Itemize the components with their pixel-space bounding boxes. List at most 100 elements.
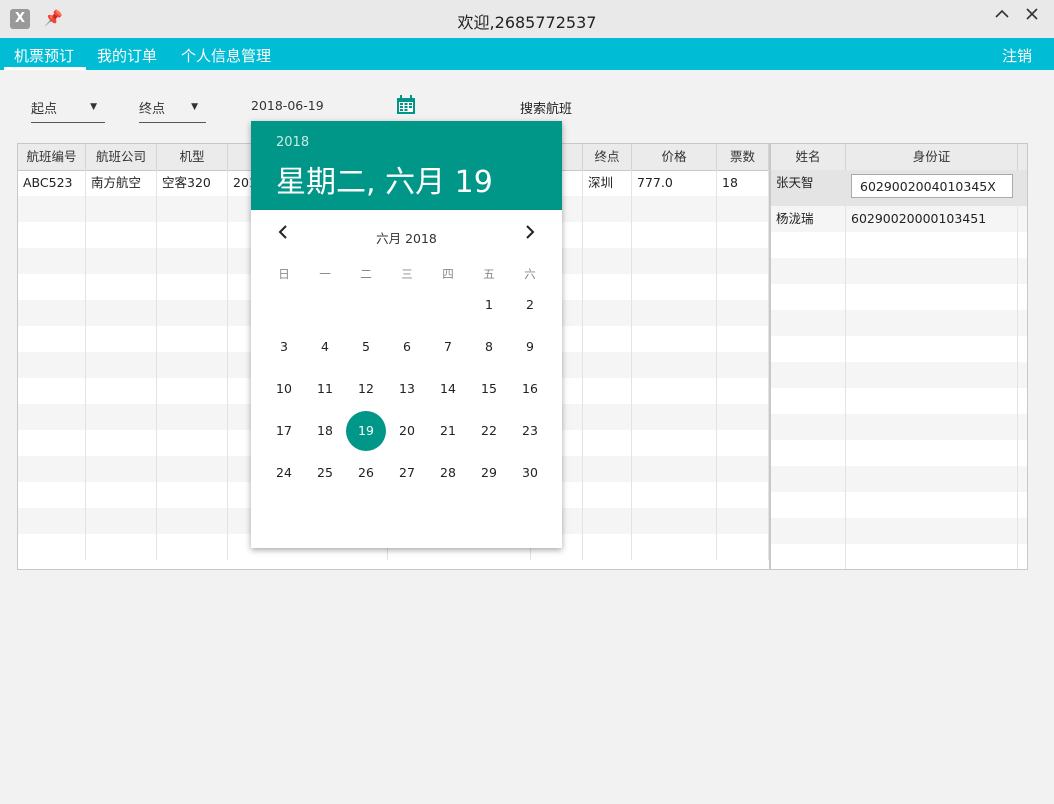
table-cell [632, 534, 717, 560]
passenger-id-cell [846, 492, 1018, 518]
table-cell [632, 482, 717, 508]
table-row[interactable] [771, 310, 1027, 336]
calendar-day[interactable]: 7 [428, 327, 468, 367]
table-cell [157, 378, 228, 404]
calendar-day[interactable]: 25 [305, 453, 345, 493]
table-row[interactable] [771, 362, 1027, 388]
table-cell [157, 430, 228, 456]
passenger-id-cell [846, 544, 1018, 569]
search-flights-button[interactable]: 搜索航班 [520, 98, 572, 117]
id-number-input[interactable]: 6029002004010345X [851, 174, 1013, 198]
calendar-day[interactable]: 11 [305, 369, 345, 409]
calendar-day[interactable]: 5 [346, 327, 386, 367]
calendar-day[interactable]: 22 [469, 411, 509, 451]
table-cell [583, 300, 632, 326]
column-header[interactable]: 航班编号 [18, 144, 86, 170]
column-header[interactable]: 姓名 [771, 144, 846, 170]
table-cell [18, 300, 86, 326]
calendar-day[interactable]: 21 [428, 411, 468, 451]
table-cell [157, 352, 228, 378]
weekday-header: 二 [360, 267, 372, 281]
calendar-day[interactable]: 1 [469, 285, 509, 325]
destination-select[interactable]: 终点 ▼ [139, 98, 206, 123]
origin-label: 起点 [31, 102, 58, 117]
passenger-name-cell [771, 518, 846, 544]
logout-button[interactable]: 注销 [1002, 45, 1032, 66]
calendar-day[interactable]: 12 [346, 369, 386, 409]
column-header[interactable]: 身份证 [846, 144, 1018, 170]
column-header[interactable]: 机型 [157, 144, 228, 170]
calendar-day[interactable]: 4 [305, 327, 345, 367]
table-cell [632, 508, 717, 534]
passenger-id-cell [846, 258, 1018, 284]
calendar-day[interactable]: 3 [264, 327, 304, 367]
calendar-day[interactable]: 2 [510, 285, 550, 325]
column-header[interactable]: 终点 [583, 144, 632, 170]
calendar-day[interactable]: 8 [469, 327, 509, 367]
table-cell: 18 [717, 170, 769, 196]
table-cell [18, 456, 86, 482]
menu-item-booking[interactable]: 机票预订 [14, 45, 74, 66]
table-cell [86, 248, 157, 274]
calendar-day[interactable]: 24 [264, 453, 304, 493]
table-cell [157, 508, 228, 534]
calendar-day[interactable]: 9 [510, 327, 550, 367]
calendar-day[interactable]: 10 [264, 369, 304, 409]
table-cell [632, 352, 717, 378]
table-row[interactable] [771, 336, 1027, 362]
table-row[interactable] [771, 388, 1027, 414]
table-row[interactable] [771, 284, 1027, 310]
table-cell [632, 456, 717, 482]
table-cell [157, 456, 228, 482]
calendar-day[interactable]: 17 [264, 411, 304, 451]
calendar-day[interactable]: 30 [510, 453, 550, 493]
calendar-day[interactable]: 6 [387, 327, 427, 367]
calendar-day[interactable]: 20 [387, 411, 427, 451]
maximize-icon[interactable] [994, 6, 1010, 27]
close-icon[interactable] [1024, 6, 1040, 27]
passenger-name-cell [771, 466, 846, 492]
table-row[interactable]: 张天智 6029002004010345X [771, 170, 1027, 206]
table-cell [86, 222, 157, 248]
menu-item-profile[interactable]: 个人信息管理 [181, 45, 271, 66]
table-cell [583, 196, 632, 222]
table-row[interactable] [771, 466, 1027, 492]
table-row[interactable] [771, 544, 1027, 569]
table-row[interactable] [771, 258, 1027, 284]
table-cell [157, 326, 228, 352]
calendar-day-selected[interactable]: 19 [346, 411, 386, 451]
table-row[interactable] [771, 414, 1027, 440]
table-cell [583, 534, 632, 560]
calendar-day[interactable]: 15 [469, 369, 509, 409]
column-header[interactable]: 票数 [717, 144, 769, 170]
calendar-day[interactable]: 14 [428, 369, 468, 409]
table-row[interactable] [771, 518, 1027, 544]
table-row[interactable] [771, 440, 1027, 466]
column-header[interactable]: 价格 [632, 144, 717, 170]
column-header[interactable]: 航班公司 [86, 144, 157, 170]
passengers-table[interactable]: 姓名 身份证 张天智 6029002004010345X 杨泷瑞 60290020000… [770, 143, 1028, 570]
calendar-day[interactable]: 18 [305, 411, 345, 451]
table-row[interactable]: 杨泷瑞 60290020000103451 [771, 206, 1027, 232]
calendar-day[interactable]: 29 [469, 453, 509, 493]
calendar-day[interactable]: 13 [387, 369, 427, 409]
calendar-icon[interactable] [396, 95, 416, 115]
passenger-name-cell [771, 440, 846, 466]
origin-select[interactable]: 起点 ▼ [31, 98, 105, 123]
table-cell [632, 430, 717, 456]
next-month-button[interactable] [524, 224, 536, 243]
picker-year[interactable]: 2018 [276, 135, 309, 150]
table-row[interactable] [771, 232, 1027, 258]
table-cell [632, 326, 717, 352]
table-cell [18, 274, 86, 300]
calendar-day[interactable]: 28 [428, 453, 468, 493]
calendar-day[interactable]: 16 [510, 369, 550, 409]
menu-item-my-orders[interactable]: 我的订单 [97, 45, 157, 66]
table-row[interactable] [771, 492, 1027, 518]
calendar-day[interactable]: 23 [510, 411, 550, 451]
passenger-name-cell [771, 284, 846, 310]
calendar-day[interactable]: 26 [346, 453, 386, 493]
weekday-header: 六 [524, 267, 536, 281]
date-input[interactable]: 2018-06-19 [251, 98, 324, 113]
calendar-day[interactable]: 27 [387, 453, 427, 493]
